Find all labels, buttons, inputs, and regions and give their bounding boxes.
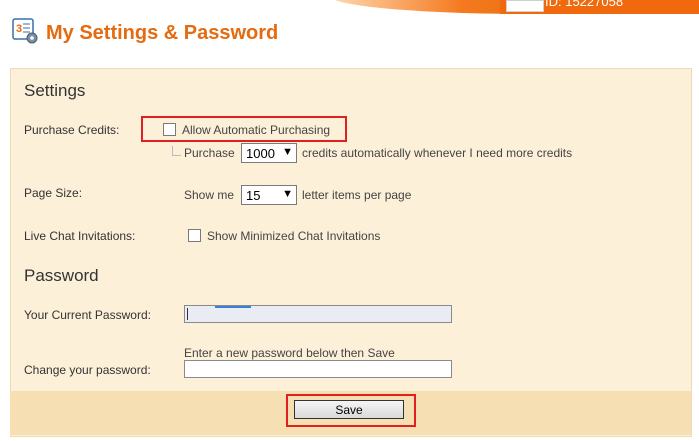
save-button[interactable]: Save	[294, 400, 404, 419]
purchase-amount-select[interactable]: 1000 ▼	[241, 143, 297, 163]
svg-text:3: 3	[16, 23, 22, 35]
text-caret	[187, 308, 188, 320]
purchase-prefix-text: Purchase	[184, 146, 235, 160]
live-chat-label: Live Chat Invitations:	[24, 229, 136, 243]
chevron-down-icon: ▼	[282, 146, 293, 158]
page-size-select[interactable]: 15 ▼	[241, 185, 297, 205]
change-password-label: Change your password:	[24, 363, 151, 377]
purchase-amount-value: 1000	[246, 146, 275, 161]
avatar[interactable]	[506, 0, 544, 12]
page-size-value: 15	[246, 188, 261, 203]
input-focus-line	[215, 306, 251, 308]
current-password-label: Your Current Password:	[24, 308, 151, 322]
new-password-input[interactable]	[184, 360, 452, 378]
user-id-text: ID: 15227058	[545, 0, 624, 9]
settings-heading: Settings	[24, 81, 86, 100]
show-minimized-chat-label: Show Minimized Chat Invitations	[207, 229, 381, 243]
page-size-label: Page Size:	[24, 186, 83, 200]
allow-automatic-purchasing-label: Allow Automatic Purchasing	[182, 123, 331, 137]
password-heading: Password	[24, 266, 99, 285]
purchase-credits-label: Purchase Credits:	[24, 123, 120, 137]
page-size-prefix: Show me	[184, 188, 235, 202]
new-password-hint: Enter a new password below then Save	[184, 346, 395, 360]
show-minimized-chat-checkbox[interactable]	[188, 229, 201, 242]
allow-automatic-purchasing-checkbox[interactable]	[163, 123, 176, 136]
page-size-suffix: letter items per page	[302, 188, 412, 202]
chevron-down-icon: ▼	[282, 188, 293, 200]
settings-page-icon: 3	[12, 18, 38, 44]
tree-connector	[172, 146, 181, 156]
purchase-suffix-text: credits automatically whenever I need mo…	[302, 146, 573, 160]
page-title: My Settings & Password	[46, 22, 279, 44]
